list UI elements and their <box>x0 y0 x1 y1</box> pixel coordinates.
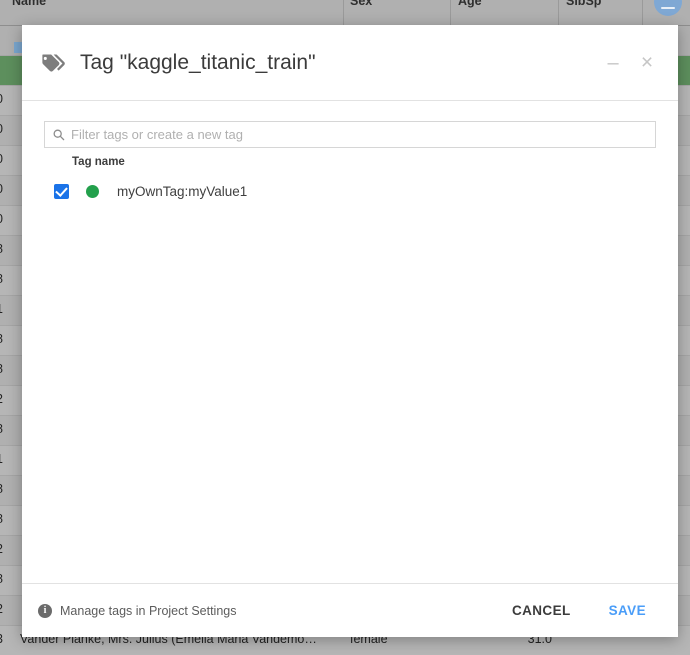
dialog-title: Tag "kaggle_titanic_train" <box>80 51 596 75</box>
tag-icon <box>38 48 68 78</box>
row-index: 0 <box>0 122 14 136</box>
row-index: 8 <box>0 572 14 586</box>
column-header-age[interactable]: Age <box>458 0 553 8</box>
tag-name-column-header: Tag name <box>44 148 656 168</box>
info-icon: i <box>38 604 52 618</box>
row-index: 8 <box>0 482 14 496</box>
column-header-sibsp[interactable]: SibSp <box>566 0 636 8</box>
manage-tags-link[interactable]: i Manage tags in Project Settings <box>38 604 237 618</box>
row-index: 2 <box>0 602 14 616</box>
dialog-header: Tag "kaggle_titanic_train" – × <box>22 25 678 101</box>
minimize-button[interactable]: – <box>596 46 630 80</box>
row-index: 8 <box>0 242 14 256</box>
cancel-button[interactable]: CANCEL <box>502 597 581 624</box>
row-index: 8 <box>0 422 14 436</box>
row-index: 0 <box>0 212 14 226</box>
dialog-footer: i Manage tags in Project Settings CANCEL… <box>22 583 678 637</box>
close-button[interactable]: × <box>630 46 664 80</box>
row-index: 8 <box>0 332 14 346</box>
row-index: 1 <box>0 452 14 466</box>
tag-list-item[interactable]: myOwnTag:myValue1 <box>44 176 656 206</box>
table-header-row: Name Sex Age SibSp <box>0 0 690 26</box>
row-index: 3 <box>0 632 14 646</box>
row-index: 0 <box>0 182 14 196</box>
row-index: 0 <box>0 152 14 166</box>
manage-tags-label: Manage tags in Project Settings <box>60 604 237 618</box>
column-header-sex[interactable]: Sex <box>350 0 445 8</box>
row-index: 2 <box>0 542 14 556</box>
row-index: 8 <box>0 512 14 526</box>
tag-dialog: Tag "kaggle_titanic_train" – × Tag name … <box>22 25 678 637</box>
row-index: 8 <box>0 362 14 376</box>
dialog-body: Tag name myOwnTag:myValue1 <box>22 101 678 583</box>
search-icon <box>45 128 71 141</box>
row-index: 8 <box>0 272 14 286</box>
search-input[interactable] <box>71 127 655 142</box>
row-index: 0 <box>0 92 14 106</box>
column-header-name[interactable]: Name <box>12 0 332 8</box>
tag-filter-field[interactable] <box>44 121 656 148</box>
tag-color-dot <box>86 185 99 198</box>
row-index: 1 <box>0 302 14 316</box>
tag-label: myOwnTag:myValue1 <box>117 184 247 199</box>
row-index: 2 <box>0 392 14 406</box>
tag-checkbox[interactable] <box>54 184 69 199</box>
save-button[interactable]: SAVE <box>599 597 656 624</box>
selected-cell-fragment <box>14 42 22 53</box>
